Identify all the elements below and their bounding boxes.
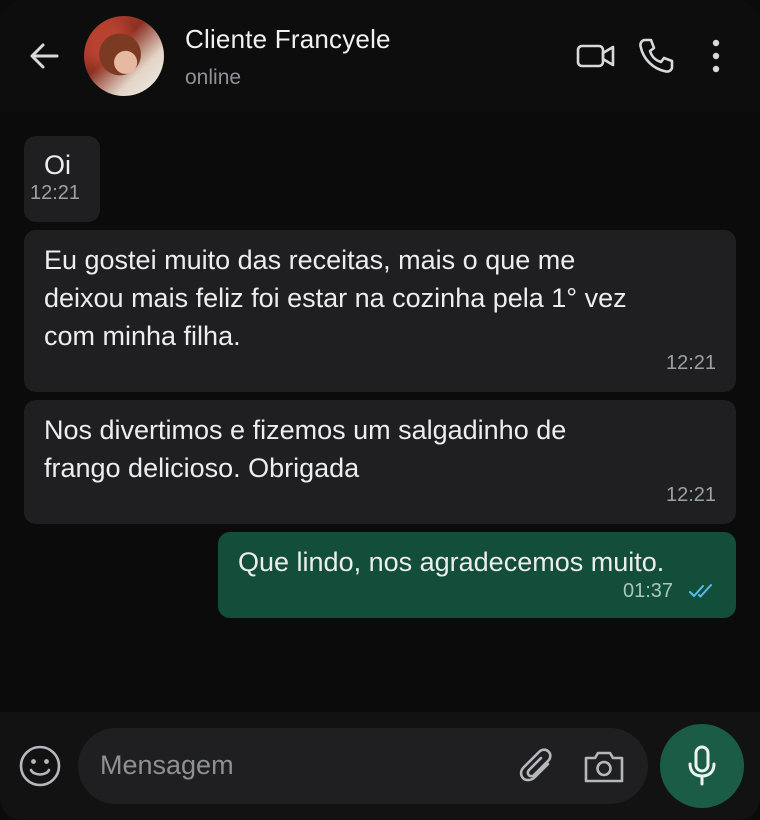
message-input-placeholder: Mensagem [100,750,234,780]
message-time: 12:21 [30,182,81,204]
message-line: Nos divertimos e fizemos um salgadinho d… [44,415,567,445]
message-list: Oi 12:21 Eu gostei muito das receitas, m… [0,112,760,712]
video-call-icon[interactable] [576,38,616,74]
more-vertical-icon[interactable] [704,36,728,76]
paperclip-icon[interactable] [518,746,558,788]
message-bubble-incoming[interactable]: Eu gostei muito das receitas, mais o que… [24,230,736,392]
message-time: 12:21 [666,484,717,506]
message-text: Oi [44,150,71,180]
message-time: 01:37 [623,580,674,602]
message-bubble-incoming[interactable]: Nos divertimos e fizemos um salgadinho d… [24,400,736,524]
message-line: com minha filha. [44,321,241,351]
chat-header: Cliente Francyele online [0,0,760,112]
message-bubble-outgoing[interactable]: Que lindo, nos agradecemos muito. 01:37 [218,532,736,618]
message-text: Que lindo, nos agradecemos muito. [238,547,665,577]
contact-name[interactable]: Cliente Francyele [185,24,391,55]
contact-status: online [185,66,242,89]
emoji-icon[interactable] [18,744,62,788]
message-time: 12:21 [666,352,717,374]
message-line: deixou mais feliz foi estar na cozinha p… [44,283,627,313]
avatar[interactable] [84,16,164,96]
message-line: frango delicioso. Obrigada [44,453,360,483]
arrow-left-icon[interactable] [26,38,62,74]
camera-icon[interactable] [582,746,626,786]
double-check-icon [689,584,712,598]
chat-window: Cliente Francyele online Oi 12:21 Eu gos… [0,0,760,820]
message-line: Eu gostei muito das receitas, mais o que… [44,245,576,275]
microphone-icon[interactable] [682,744,722,788]
message-bubble-incoming[interactable]: Oi 12:21 [24,136,100,222]
phone-icon[interactable] [636,36,676,76]
